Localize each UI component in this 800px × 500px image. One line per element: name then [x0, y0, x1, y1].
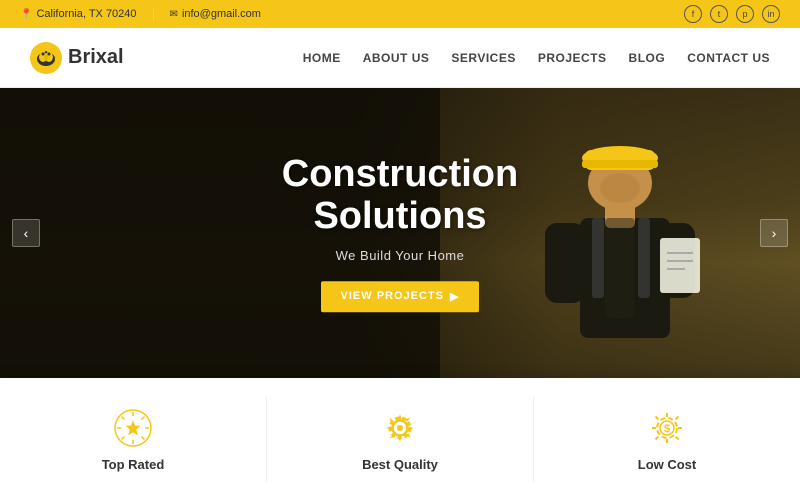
hero-subtitle: We Build Your Home	[250, 248, 550, 263]
nav-services[interactable]: SERVICES	[451, 51, 515, 65]
nav-about[interactable]: ABOUT US	[363, 51, 430, 65]
linkedin-icon[interactable]: in	[762, 5, 780, 23]
nav-links: HOME ABOUT US SERVICES PROJECTS BLOG CON…	[303, 51, 770, 65]
top-bar-left: 📍 California, TX 70240 ✉ info@gmail.com	[20, 7, 664, 21]
hero-title-line2: Solutions	[313, 195, 486, 237]
next-chevron: ›	[772, 225, 777, 241]
low-cost-icon: $	[646, 407, 688, 449]
logo-text: Brixal	[68, 46, 124, 69]
location-text: California, TX 70240	[36, 8, 136, 20]
email-icon: ✉	[170, 9, 178, 20]
divider	[153, 7, 154, 21]
location-info: 📍 California, TX 70240	[20, 8, 137, 20]
top-rated-label: Top Rated	[102, 457, 165, 472]
top-rated-icon	[112, 407, 154, 449]
top-bar: 📍 California, TX 70240 ✉ info@gmail.com …	[0, 0, 800, 28]
location-icon: 📍	[20, 9, 32, 20]
hero-section: ‹ Construction Solutions We Build Your H…	[0, 88, 800, 378]
arrow-icon: ▶	[450, 290, 459, 303]
nav-projects[interactable]: PROJECTS	[538, 51, 607, 65]
facebook-icon[interactable]: f	[684, 5, 702, 23]
features-bar: Top Rated Best Quality	[0, 378, 800, 500]
best-quality-label: Best Quality	[362, 457, 438, 472]
worker-figure	[520, 98, 720, 378]
best-quality-icon	[379, 407, 421, 449]
nav-bar: Brixal HOME ABOUT US SERVICES PROJECTS B…	[0, 28, 800, 88]
brain-icon	[35, 49, 57, 67]
view-projects-button[interactable]: VIEW PROJECTS ▶	[321, 281, 480, 312]
svg-text:$: $	[664, 423, 670, 435]
logo-icon	[30, 42, 62, 74]
hero-next-arrow[interactable]: ›	[760, 219, 788, 247]
low-cost-label: Low Cost	[638, 457, 697, 472]
view-projects-label: VIEW PROJECTS	[341, 290, 444, 302]
twitter-icon[interactable]: t	[710, 5, 728, 23]
nav-home[interactable]: HOME	[303, 51, 341, 65]
nav-blog[interactable]: BLOG	[629, 51, 666, 65]
hero-content: Construction Solutions We Build Your Hom…	[250, 154, 550, 312]
email-info: ✉ info@gmail.com	[170, 8, 261, 20]
hero-prev-arrow[interactable]: ‹	[12, 219, 40, 247]
feature-best-quality: Best Quality	[267, 397, 534, 482]
nav-contact[interactable]: CONTACT US	[687, 51, 770, 65]
feature-low-cost: $ Low Cost	[534, 397, 800, 482]
social-icons: f t p in	[684, 5, 780, 23]
pinterest-icon[interactable]: p	[736, 5, 754, 23]
hero-title-line1: Construction	[282, 153, 518, 195]
feature-top-rated: Top Rated	[0, 397, 267, 482]
logo: Brixal	[30, 42, 303, 74]
hero-title: Construction Solutions	[250, 154, 550, 238]
email-text: info@gmail.com	[182, 8, 261, 20]
prev-chevron: ‹	[24, 225, 29, 241]
